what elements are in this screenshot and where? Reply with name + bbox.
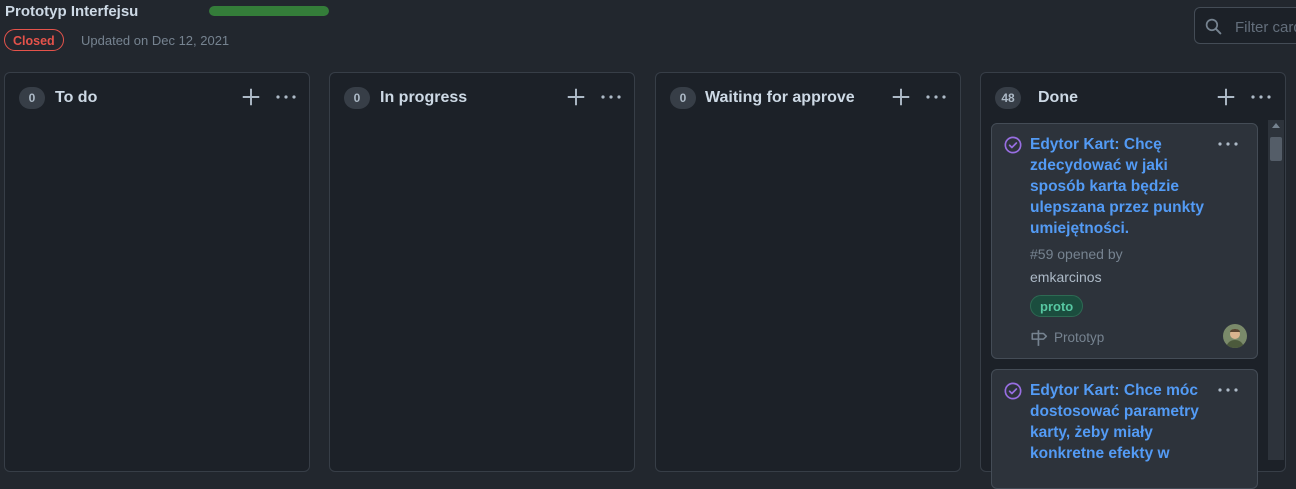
add-card-plus-icon[interactable] xyxy=(890,86,912,108)
search-icon xyxy=(1205,18,1222,35)
issue-closed-icon xyxy=(1004,136,1022,154)
issue-meta: #59 opened by xyxy=(1030,246,1123,262)
column-header: 0 To do xyxy=(5,73,309,123)
column-header: 48 Done xyxy=(981,73,1285,123)
issue-title-link[interactable]: Edytor Kart: Chcę zdecydować w jaki spos… xyxy=(1030,134,1220,239)
filter-cards-input[interactable] xyxy=(1233,16,1296,38)
column-count-badge: 0 xyxy=(344,87,370,109)
project-state-badge: Closed xyxy=(4,29,64,51)
updated-timestamp: Updated on Dec 12, 2021 xyxy=(81,33,230,48)
column-waiting-for-approve: 0 Waiting for approve xyxy=(655,72,961,472)
column-count-badge: 0 xyxy=(19,87,45,109)
issue-author-link[interactable]: emkarcinos xyxy=(1030,269,1102,285)
project-title: Prototyp Interfejsu xyxy=(5,3,139,20)
column-menu-kebab-icon[interactable] xyxy=(924,89,948,105)
add-card-plus-icon[interactable] xyxy=(240,86,262,108)
milestone-icon xyxy=(1031,330,1048,346)
scroll-up-arrow-icon[interactable] xyxy=(1272,123,1280,128)
column-count-badge: 0 xyxy=(670,87,696,109)
card-menu-kebab-icon[interactable] xyxy=(1216,382,1240,398)
column-count-badge: 48 xyxy=(995,87,1021,109)
column-header: 0 Waiting for approve xyxy=(656,73,960,123)
issue-card[interactable]: Edytor Kart: Chce móc dostosować paramet… xyxy=(991,369,1258,489)
issue-title-link[interactable]: Edytor Kart: Chce móc dostosować paramet… xyxy=(1030,380,1220,464)
column-to-do: 0 To do xyxy=(4,72,310,472)
assignee-avatar[interactable] xyxy=(1223,324,1247,348)
add-card-plus-icon[interactable] xyxy=(565,86,587,108)
column-menu-kebab-icon[interactable] xyxy=(599,89,623,105)
column-name: To do xyxy=(55,89,98,106)
done-column-scrollbar[interactable] xyxy=(1268,120,1284,460)
column-header: 0 In progress xyxy=(330,73,634,123)
project-progress-bar xyxy=(209,6,329,16)
issue-closed-icon xyxy=(1004,382,1022,400)
add-card-plus-icon[interactable] xyxy=(1215,86,1237,108)
project-progress-fill xyxy=(209,6,329,16)
card-menu-kebab-icon[interactable] xyxy=(1216,136,1240,152)
column-name: Waiting for approve xyxy=(705,89,855,106)
scrollbar-thumb[interactable] xyxy=(1270,137,1282,161)
milestone-link[interactable]: Prototyp xyxy=(1054,330,1104,345)
column-menu-kebab-icon[interactable] xyxy=(274,89,298,105)
column-in-progress: 0 In progress xyxy=(329,72,635,472)
issue-label[interactable]: proto xyxy=(1030,295,1084,317)
column-name: In progress xyxy=(380,89,468,106)
column-name: Done xyxy=(1038,89,1078,106)
column-menu-kebab-icon[interactable] xyxy=(1249,89,1273,105)
filter-cards-box[interactable] xyxy=(1194,7,1296,44)
issue-card[interactable]: Edytor Kart: Chcę zdecydować w jaki spos… xyxy=(991,123,1258,359)
